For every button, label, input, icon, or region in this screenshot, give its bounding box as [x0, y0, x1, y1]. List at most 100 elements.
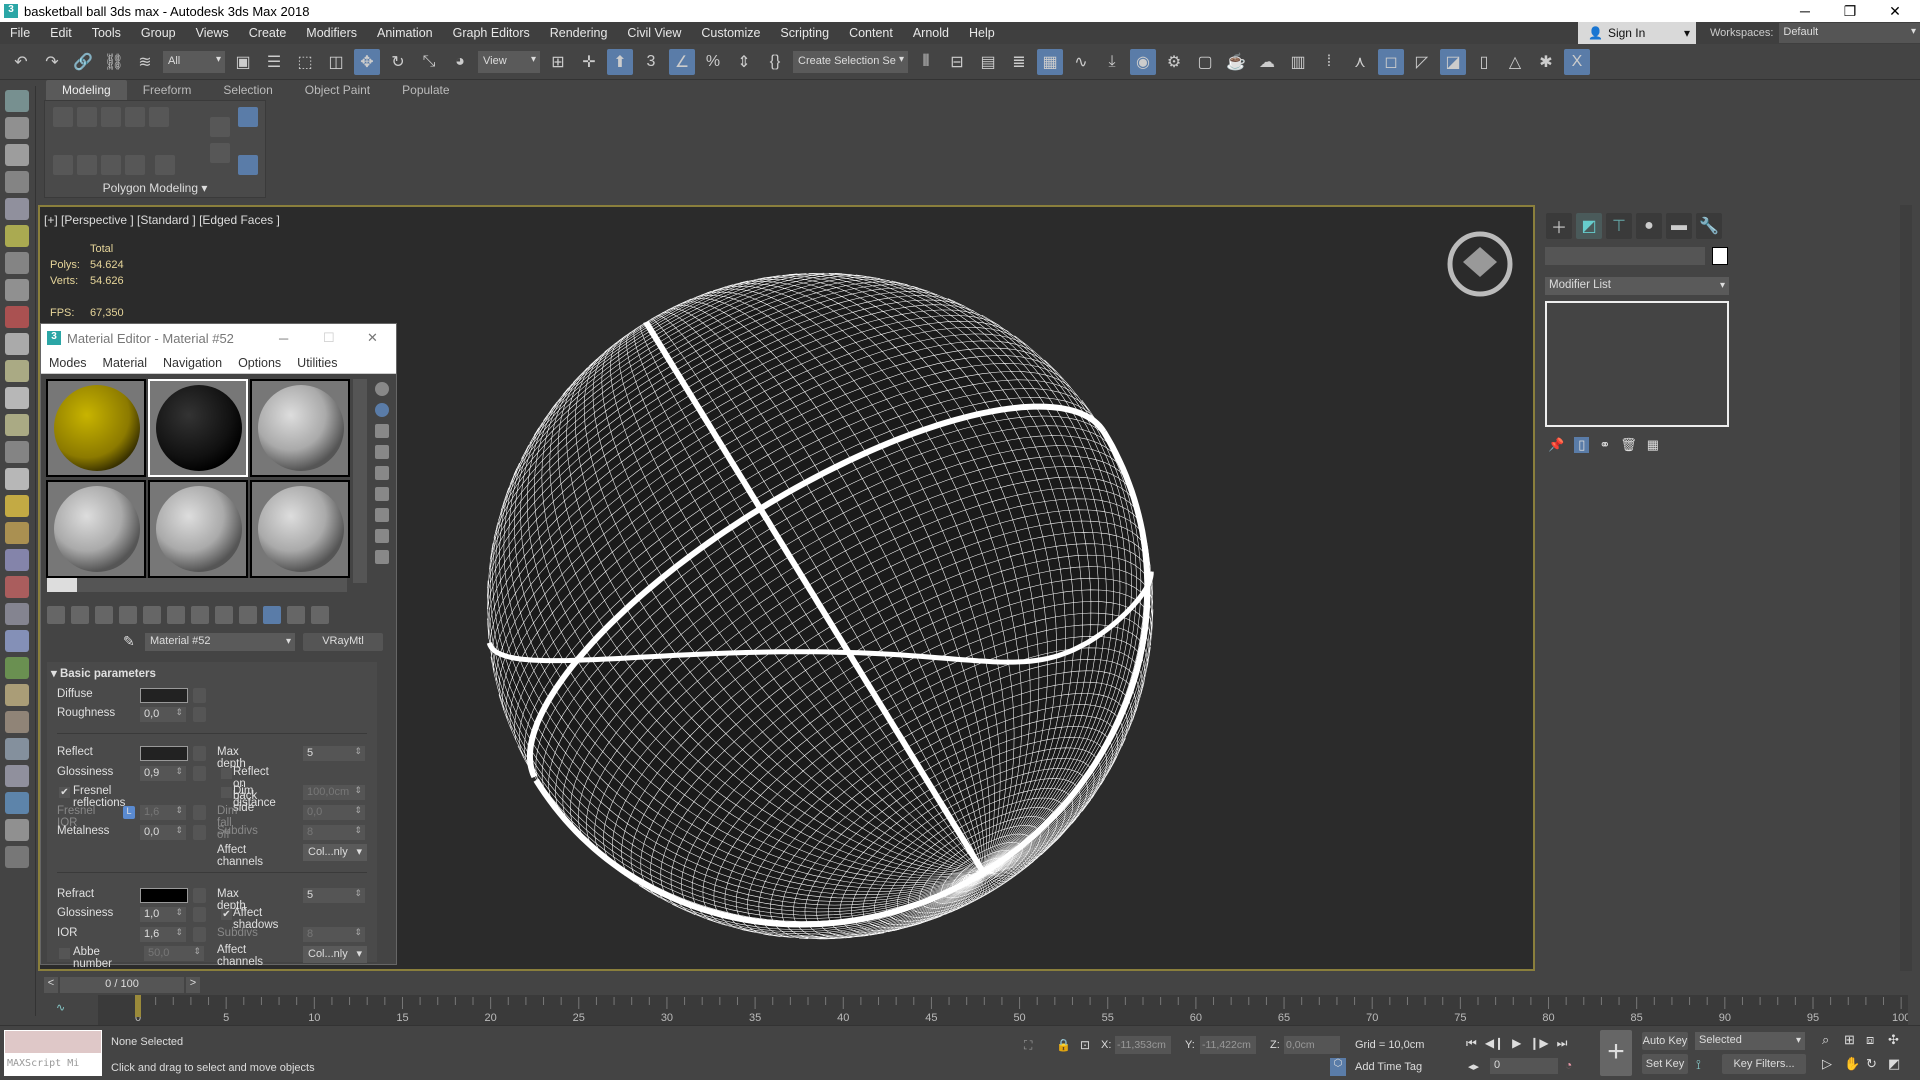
menu-views[interactable]: Views — [186, 26, 239, 40]
show-end-result-icon[interactable] — [263, 606, 281, 624]
command-tool-icon[interactable] — [5, 144, 29, 166]
material-id-icon[interactable] — [215, 606, 233, 624]
ribbon-tool[interactable] — [210, 117, 230, 137]
workspace-dropdown[interactable]: Default — [1779, 23, 1920, 43]
ribbon-tool[interactable] — [101, 107, 121, 127]
keyboard-shortcut-icon[interactable]: ⬆ — [607, 48, 633, 75]
command-tool-icon[interactable] — [5, 360, 29, 382]
next-key-icon[interactable]: ❙▶ — [1529, 1036, 1548, 1051]
menu-scripting[interactable]: Scripting — [770, 26, 839, 40]
map-button[interactable] — [193, 825, 206, 840]
link-icon[interactable]: 🔗 — [70, 49, 96, 75]
menu-tools[interactable]: Tools — [82, 26, 131, 40]
command-tool-icon[interactable] — [5, 414, 29, 436]
time-slider[interactable]: 0 / 100 — [60, 977, 184, 993]
ribbon-tool[interactable] — [155, 155, 175, 175]
x-coordinate-field[interactable]: -11,353cm — [1115, 1036, 1171, 1054]
side-tool-icon[interactable] — [375, 445, 389, 459]
key-mode-icon[interactable]: ◂▸ — [1468, 1060, 1479, 1073]
command-tool-icon[interactable] — [5, 846, 29, 868]
map-button[interactable] — [193, 805, 206, 820]
motion-tab-icon[interactable]: ● — [1636, 213, 1662, 239]
map-button[interactable] — [193, 888, 206, 903]
show-end-result-icon[interactable]: ▯ — [1574, 437, 1590, 453]
side-tool-icon[interactable] — [375, 466, 389, 480]
render-grid-icon[interactable]: ▥ — [1285, 49, 1311, 75]
minimize-button[interactable]: ─ — [279, 331, 288, 346]
polygon-modeling-dropdown[interactable]: Polygon Modeling ▾ — [45, 181, 265, 195]
time-cursor[interactable] — [135, 995, 141, 1017]
display-tab-icon[interactable]: ▬ — [1666, 213, 1692, 239]
refract-subdivs-spinner[interactable]: 8 — [303, 927, 365, 942]
reflect-glossiness-spinner[interactable]: 0,9 — [140, 766, 186, 781]
vray-icon-7[interactable]: ✱ — [1533, 49, 1559, 75]
current-frame-field[interactable]: 0 — [1490, 1058, 1558, 1074]
angle-snap-icon[interactable]: ∠ — [669, 48, 695, 75]
place-icon[interactable]: ◕ — [447, 49, 473, 75]
configure-sets-icon[interactable]: ▦ — [1647, 437, 1659, 453]
zoom-extents-all-icon[interactable]: ✣ — [1888, 1032, 1910, 1048]
prev-key-icon[interactable]: ◀❙ — [1485, 1036, 1504, 1051]
command-tool-icon[interactable] — [5, 468, 29, 490]
menu-arnold[interactable]: Arnold — [903, 26, 959, 40]
menu-group[interactable]: Group — [131, 26, 186, 40]
ribbon-tool[interactable] — [53, 107, 73, 127]
track-bar[interactable]: 0 5 10 15 20 25 30 35 40 45 50 55 60 65 70 75 80 85 90 95 10… — [98, 995, 1908, 1025]
ribbon-tool[interactable] — [77, 155, 97, 175]
menu-animation[interactable]: Animation — [367, 26, 443, 40]
move-icon[interactable]: ✥ — [354, 48, 380, 75]
command-tool-icon[interactable] — [5, 738, 29, 760]
refract-glossiness-spinner[interactable]: 1,0 — [140, 907, 186, 922]
menu-help[interactable]: Help — [959, 26, 1005, 40]
refract-swatch[interactable] — [140, 888, 188, 903]
material-slot[interactable] — [46, 379, 146, 477]
close-button[interactable]: ✕ — [1875, 0, 1915, 22]
reflect-max-depth-spinner[interactable]: 5 — [303, 746, 365, 761]
command-panel-scrollbar[interactable] — [1900, 205, 1912, 971]
side-tool-icon[interactable] — [375, 508, 389, 522]
select-object-icon[interactable]: ▣ — [230, 49, 256, 75]
assign-material-icon[interactable] — [95, 606, 113, 624]
menu-modifiers[interactable]: Modifiers — [296, 26, 367, 40]
ribbon-tool[interactable] — [125, 107, 145, 127]
scene-explorer-icon[interactable]: ▤ — [975, 49, 1001, 75]
viewcube-icon[interactable] — [1445, 229, 1515, 299]
vray-icon-4[interactable]: ◪ — [1440, 48, 1466, 75]
menu-customize[interactable]: Customize — [691, 26, 770, 40]
fresnel-checkbox[interactable]: ✔ — [59, 787, 70, 798]
dim-falloff-spinner[interactable]: 0,0 — [303, 805, 365, 820]
show-in-viewport-icon[interactable] — [239, 606, 257, 624]
ribbon-tool[interactable] — [238, 107, 258, 127]
ribbon-tab-populate[interactable]: Populate — [386, 80, 465, 100]
edit-named-selection-icon[interactable]: {} — [762, 49, 788, 75]
command-tool-icon[interactable] — [5, 576, 29, 598]
ribbon-tool[interactable] — [210, 143, 230, 163]
close-button[interactable]: ✕ — [367, 330, 378, 346]
me-menu-utilities[interactable]: Utilities — [289, 356, 345, 370]
set-key-big-button[interactable]: + — [1600, 1030, 1632, 1076]
z-coordinate-field[interactable]: 0,0cm — [1284, 1036, 1340, 1054]
ribbon-tool[interactable] — [125, 155, 145, 175]
snap-3d-icon[interactable]: 3 — [638, 49, 664, 75]
put-to-library-icon[interactable] — [191, 606, 209, 624]
ribbon-tab-freeform[interactable]: Freeform — [127, 80, 208, 100]
slots-vertical-scrollbar[interactable] — [353, 379, 367, 583]
material-name-dropdown[interactable]: Material #52 — [145, 633, 295, 651]
map-button[interactable] — [193, 907, 206, 922]
zoom-extents-icon[interactable]: ⧈ — [1866, 1032, 1888, 1048]
go-to-start-icon[interactable]: ⏮ — [1466, 1036, 1477, 1051]
fov-icon[interactable]: ▷ — [1822, 1056, 1844, 1072]
ribbon-tab-object-paint[interactable]: Object Paint — [289, 80, 386, 100]
time-tag-icon[interactable]: ⬡ — [1330, 1058, 1346, 1076]
command-tool-icon[interactable] — [5, 657, 29, 679]
ribbon-tool[interactable] — [149, 107, 169, 127]
object-color-swatch[interactable] — [1712, 247, 1728, 265]
command-tool-icon[interactable] — [5, 198, 29, 220]
make-copy-icon[interactable] — [143, 606, 161, 624]
maxscript-mini-input[interactable]: MAXScript Mi — [4, 1054, 102, 1076]
undo-icon[interactable]: ↶ — [8, 49, 34, 75]
me-menu-options[interactable]: Options — [230, 356, 289, 370]
maxscript-listener[interactable] — [4, 1030, 102, 1054]
map-button[interactable] — [193, 688, 206, 703]
side-tool-icon[interactable] — [375, 529, 389, 543]
